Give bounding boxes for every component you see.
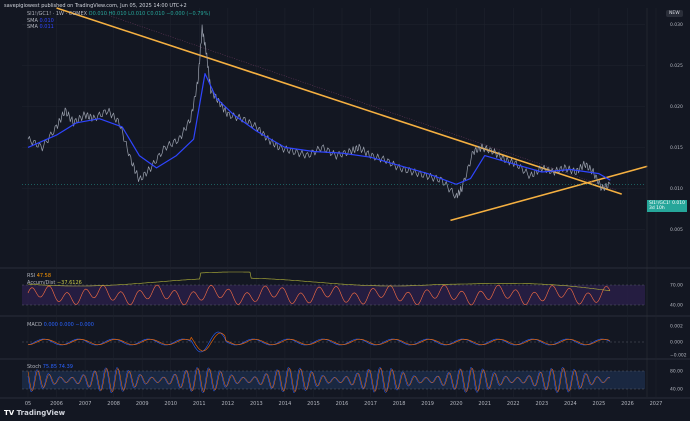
x-tick-label: 2024 — [564, 401, 577, 407]
macd-legend: MACD 0.000 0.000 −0.000 — [27, 322, 94, 328]
x-tick-label: 2014 — [279, 401, 292, 407]
macd-values: 0.000 0.000 −0.000 — [43, 322, 94, 328]
x-tick-label: 2006 — [50, 401, 63, 407]
ohlc-values: O0.010 H0.010 L0.010 C0.010 −0.000 (−0.7… — [88, 11, 211, 17]
trendline — [56, 7, 622, 195]
x-tick-label: 2018 — [393, 401, 406, 407]
tradingview-logo: TV TradingView — [4, 409, 65, 417]
macd-label: MACD — [27, 322, 42, 328]
tv-logo-mark: TV — [4, 409, 15, 417]
x-tick-label: 2012 — [221, 401, 234, 407]
stoch-label: Stoch — [27, 364, 42, 370]
sma2-value: 0.011 — [39, 24, 54, 30]
x-tick-label: 2007 — [79, 401, 92, 407]
price-tick-label: 0.020 — [670, 104, 683, 110]
sma2-label: SMA — [27, 24, 38, 30]
x-tick-label: 2017 — [364, 401, 377, 407]
rsi-value: 47.58 — [36, 273, 52, 279]
stoch-legend: Stoch 75.85 74.39 — [27, 364, 73, 370]
x-tick-label: 05 — [25, 401, 31, 407]
price-tick-label: 0.010 — [670, 186, 683, 192]
x-tick-label: 2011 — [193, 401, 206, 407]
new-button[interactable]: NEW — [666, 10, 683, 17]
price-tick-label: 0.030 — [670, 22, 683, 28]
x-tick-label: 2008 — [107, 401, 120, 407]
symbol-line: SI1!/GC1! · 1W · COMEX O0.010 H0.010 L0.… — [27, 11, 210, 17]
accum-label: Accum/Dist — [27, 280, 56, 286]
price-tag-value: 0.010 — [672, 201, 685, 206]
rsi-band — [22, 285, 645, 305]
x-tick-label: 2016 — [336, 401, 349, 407]
accum-value: −37.6126 — [56, 280, 82, 286]
x-tick-label: 2009 — [136, 401, 149, 407]
channel-line — [99, 11, 617, 191]
rsi-level-label: 70.00 — [670, 283, 683, 289]
x-tick-label: 2027 — [650, 401, 663, 407]
x-tick-label: 2010 — [164, 401, 177, 407]
stoch-level-label: 80.00 — [670, 369, 683, 375]
x-tick-label: 2023 — [535, 401, 548, 407]
price-series-line — [27, 24, 611, 199]
x-tick-label: 2021 — [478, 401, 491, 407]
published-caption: savepigiowest published on TradingView.c… — [4, 3, 187, 9]
sma-series-line — [27, 72, 611, 185]
price-tag: SI1!/GC1! 0.010 3d 10h — [647, 200, 687, 212]
chart-canvas[interactable]: 05 2006 2007 2008 2009 2010 2011 2012 2013 2014 20… — [0, 0, 690, 421]
x-tick-label: 2026 — [621, 401, 634, 407]
stoch-level-label: 40.00 — [670, 387, 683, 393]
macd-level-label: 0.002 — [670, 324, 683, 330]
macd-level-label: 0.000 — [670, 340, 683, 346]
accum-legend: Accum/Dist −37.6126 — [27, 280, 82, 286]
x-tick-label: 2022 — [507, 401, 520, 407]
x-tick-label: 2020 — [450, 401, 463, 407]
symbol-text: SI1!/GC1! · 1W · COMEX — [27, 11, 88, 17]
price-tick-label: 0.025 — [670, 63, 683, 69]
sma2-legend: SMA 0.011 — [27, 24, 54, 30]
rsi-level-label: 40.00 — [670, 303, 683, 309]
rsi-label: RSI — [27, 273, 36, 279]
price-tick-label: 0.005 — [670, 227, 683, 233]
x-tick-label: 2025 — [593, 401, 606, 407]
x-tick-label: 2019 — [421, 401, 434, 407]
tradingview-logo-text: TradingView — [16, 409, 66, 417]
rsi-legend: RSI 47.58 — [27, 273, 51, 279]
x-tick-label: 2015 — [307, 401, 320, 407]
price-tag-time: 3d 10h — [649, 206, 665, 211]
stoch-values: 75.85 74.39 — [42, 364, 73, 370]
x-tick-label: 2013 — [250, 401, 263, 407]
price-tick-label: 0.015 — [670, 145, 683, 151]
macd-level-label: −0.002 — [670, 353, 687, 359]
